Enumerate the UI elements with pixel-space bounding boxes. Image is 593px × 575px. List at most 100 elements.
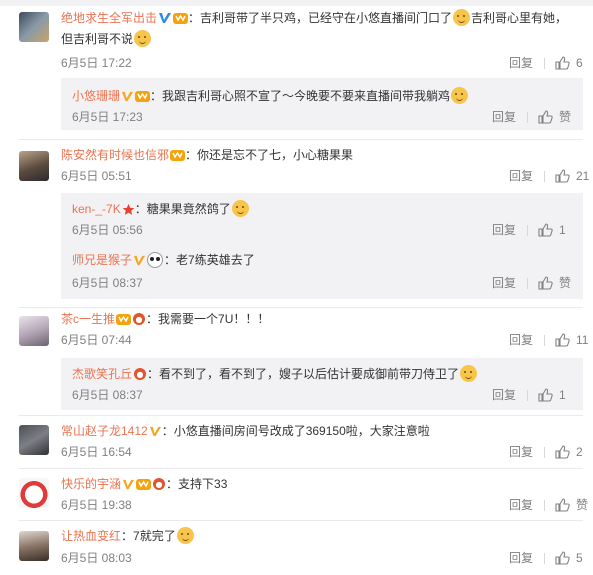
avatar[interactable] xyxy=(19,151,49,181)
divider xyxy=(544,335,545,346)
vip-badge-icon xyxy=(136,479,152,490)
comment-username[interactable]: 快乐的宇涵 xyxy=(61,477,121,491)
comment-body: ：你还是忘不了七，小心糖果果 xyxy=(185,148,354,162)
like-count: 赞 xyxy=(559,110,572,124)
sub-comment-date: 6月5日 05:56 xyxy=(72,223,143,237)
panda-emoji-icon xyxy=(147,252,164,268)
sub-comment-username[interactable]: 师兄是猴子 xyxy=(72,253,132,267)
emoji-icon xyxy=(134,30,152,47)
comment-body: ：我需要一个7U！！！ xyxy=(146,312,270,326)
sub-comment-meta: 6月5日 08:37 回复 1 xyxy=(72,385,583,405)
sub-comment-body: ：看不到了，看不到了，嫂子以后估计要成御前带刀侍卫了 xyxy=(147,367,460,381)
comment-date: 6月5日 07:44 xyxy=(61,333,132,347)
sub-comment-date: 6月5日 17:23 xyxy=(72,110,143,124)
comment-text: 快乐的宇涵 ● ：支持下33 xyxy=(61,474,579,495)
sub-comment-box: ken-_-7K ：糖果果竟然鸽了 6月5日 05:56 回复 1 师兄是猴子 ：老… xyxy=(61,193,583,299)
vip-badge-icon xyxy=(116,314,132,325)
sub-comment-body: ：糖果果竟然鸽了 xyxy=(134,202,231,216)
emoji-icon xyxy=(231,200,249,217)
sub-comment-date: 6月5日 08:37 xyxy=(72,276,143,290)
comment-username[interactable]: 茶c一生推 xyxy=(61,312,115,326)
reply-button[interactable]: 回复 xyxy=(509,548,533,568)
verified-icon xyxy=(122,479,135,490)
comment-body: ：吉利哥带了半只鸡，已经守在小悠直播间门口了 xyxy=(188,11,453,25)
comment-date: 6月5日 17:22 xyxy=(61,56,132,70)
reply-button[interactable]: 回复 xyxy=(509,53,533,73)
comment-date: 6月5日 05:51 xyxy=(61,169,132,183)
avatar[interactable] xyxy=(19,531,49,561)
comment-username[interactable]: 让热血变红 xyxy=(61,529,121,543)
sub-comment-username[interactable]: 小悠珊珊 xyxy=(72,89,120,103)
comment-text: 绝地求生全军出击 ：吉利哥带了半只鸡，已经守在小悠直播间门口了 吉利哥心里有她， 但吉… xyxy=(61,8,579,50)
reply-button[interactable]: 回复 xyxy=(509,166,533,186)
comment-meta: 6月5日 07:44 回复 11 xyxy=(61,330,593,350)
divider xyxy=(544,553,545,564)
thumbs-up-icon xyxy=(555,551,570,565)
comment-meta: 6月5日 08:03 回复 5 xyxy=(61,548,593,568)
divider xyxy=(544,447,545,458)
reply-button[interactable]: 回复 xyxy=(492,220,516,240)
comment-meta: 6月5日 17:22 回复 6 xyxy=(61,53,593,73)
star-badge-icon xyxy=(122,203,135,215)
avatar[interactable] xyxy=(19,316,49,346)
thumbs-up-icon xyxy=(538,388,553,402)
avatar[interactable] xyxy=(19,425,49,455)
reply-button[interactable]: 回复 xyxy=(509,495,533,515)
comment-item: 茶c一生推 ● ：我需要一个7U！！！ 6月5日 07:44 回复 11 杰歌笑孔丘… xyxy=(0,308,593,416)
avatar[interactable] xyxy=(19,478,49,508)
like-count: 1 xyxy=(559,223,566,237)
divider xyxy=(527,225,528,236)
comment-text: 常山赵子龙1412 ：小悠直播间房间号改成了369150啦，大家注意啦 xyxy=(61,421,579,442)
comment-username[interactable]: 常山赵子龙1412 xyxy=(61,424,148,438)
sub-comment-body: ：老7练英雄去了 xyxy=(164,253,255,267)
divider xyxy=(527,112,528,123)
thumbs-up-icon xyxy=(555,169,570,183)
comment-item: 快乐的宇涵 ● ：支持下33 6月5日 19:38 回复 赞 xyxy=(0,469,593,521)
like-count: 1 xyxy=(559,388,566,402)
sub-comment-text: ken-_-7K ：糖果果竟然鸽了 xyxy=(72,199,575,220)
reply-button[interactable]: 回复 xyxy=(492,273,516,293)
verified-icon xyxy=(133,255,146,266)
emoji-icon xyxy=(451,87,469,104)
comment-text: 让热血变红：7就完了 xyxy=(61,526,579,547)
svg-text:●: ● xyxy=(137,370,144,379)
avatar[interactable] xyxy=(19,12,49,42)
emoji-icon xyxy=(453,9,471,26)
reply-button[interactable]: 回复 xyxy=(509,442,533,462)
sub-comment-text: 杰歌笑孔丘 ● ：看不到了，看不到了，嫂子以后估计要成御前带刀侍卫了 xyxy=(72,364,575,385)
sub-comment-username[interactable]: 杰歌笑孔丘 xyxy=(72,367,132,381)
reply-button[interactable]: 回复 xyxy=(492,107,516,127)
reply-button[interactable]: 回复 xyxy=(492,385,516,405)
comment-item: 让热血变红：7就完了 6月5日 08:03 回复 5 xyxy=(0,521,593,575)
verified-icon xyxy=(121,91,134,102)
sub-comment-meta: 6月5日 05:56 回复 1 xyxy=(72,220,583,240)
comment-username[interactable]: 陈安然有时候也信邪 xyxy=(61,148,169,162)
comment-meta: 6月5日 16:54 回复 2 xyxy=(61,442,593,462)
like-count: 6 xyxy=(576,56,583,70)
comment-meta: 6月5日 19:38 回复 赞 xyxy=(61,495,593,515)
reply-button[interactable]: 回复 xyxy=(509,330,533,350)
comment-text: 陈安然有时候也信邪 ：你还是忘不了七，小心糖果果 xyxy=(61,145,579,166)
svg-text:●: ● xyxy=(156,480,163,489)
fan-badge-icon: ● xyxy=(133,313,146,325)
comment-body-line2: 但吉利哥不说 xyxy=(61,32,134,46)
like-count: 2 xyxy=(576,445,583,459)
divider xyxy=(544,500,545,511)
thumbs-up-icon xyxy=(538,276,553,290)
comment-body: ：小悠直播间房间号改成了369150啦，大家注意啦 xyxy=(161,424,430,438)
like-count: 赞 xyxy=(576,498,589,512)
comment-body-cont: 吉利哥心里有她， xyxy=(471,11,568,25)
divider xyxy=(544,171,545,182)
divider xyxy=(544,58,545,69)
emoji-icon xyxy=(176,527,194,544)
comment-username[interactable]: 绝地求生全军出击 xyxy=(61,11,157,25)
thumbs-up-icon xyxy=(555,445,570,459)
divider xyxy=(527,390,528,401)
thumbs-up-icon xyxy=(538,223,553,237)
sub-comment-box: 杰歌笑孔丘 ● ：看不到了，看不到了，嫂子以后估计要成御前带刀侍卫了 6月5日 08… xyxy=(61,358,583,410)
thumbs-up-icon xyxy=(555,56,570,70)
sub-comment-body: ：我跟吉利哥心照不宣了～今晚要不要来直播间带我躺鸡 xyxy=(150,89,451,103)
comment-date: 6月5日 19:38 xyxy=(61,498,132,512)
sub-comment-date: 6月5日 08:37 xyxy=(72,388,143,402)
sub-comment-username[interactable]: ken-_-7K xyxy=(72,202,121,216)
